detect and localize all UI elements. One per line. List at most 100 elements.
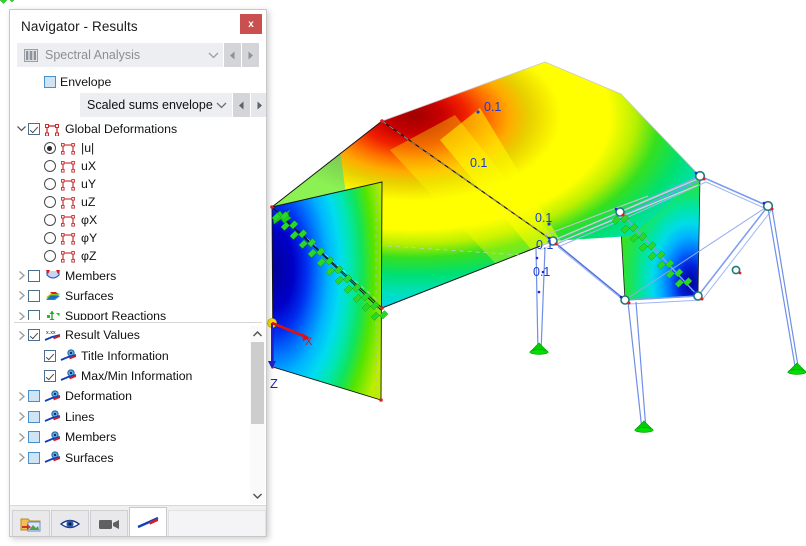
scrollbar-track[interactable] [250,342,265,488]
envelope-next-button[interactable] [250,93,266,117]
scroll-down-button[interactable] [250,488,265,504]
surfaces-checkbox[interactable] [28,289,40,302]
tree-item-phiy[interactable]: φY [10,229,266,247]
chevron-right-icon[interactable] [15,432,28,442]
tree-item-result-values[interactable]: x.xx Result Values [10,325,266,345]
tree-item-deformation[interactable]: Deformation [10,386,266,406]
analysis-combo-row[interactable]: Spectral Analysis [17,43,259,67]
tree-item-lines[interactable]: Lines [10,407,266,427]
frame-icon [60,213,77,227]
maxmin-information-checkbox[interactable] [44,369,56,382]
tree-item-maxmin-information[interactable]: Max/Min Information [10,366,266,386]
label-icon [44,410,61,424]
chevron-right-icon[interactable] [15,291,28,301]
tree-item-label: Surfaces [65,450,114,465]
navigator-tabstrip[interactable] [10,505,266,536]
chevron-right-icon[interactable] [15,330,28,340]
analysis-prev-button[interactable] [224,43,241,67]
envelope-prev-button[interactable] [232,93,250,117]
label-icon [44,389,61,403]
chevron-right-icon[interactable] [15,311,28,320]
chevron-right-icon[interactable] [15,271,28,281]
tree-item-uz[interactable]: uZ [10,193,266,211]
svg-text:0.1: 0.1 [535,211,552,225]
envelope-combo-row[interactable]: Scaled sums envelope [80,93,266,117]
frame-icon [44,122,61,136]
tree-item-label: Title Information [81,348,169,363]
project-images-tab[interactable] [12,510,50,536]
members-display-checkbox[interactable] [28,431,40,444]
radio-uz[interactable] [44,196,56,209]
surfaces-display-checkbox[interactable] [28,451,40,464]
tree-item-members[interactable]: Members [10,265,266,285]
diagram-icon [137,516,159,529]
scrollbar-thumb[interactable] [251,342,264,424]
analysis-combobox[interactable]: Spectral Analysis [17,43,223,67]
close-icon[interactable]: x [240,14,262,34]
deformation-checkbox[interactable] [28,390,40,403]
tree-item-label: Members [65,430,117,445]
envelope-checkbox[interactable] [44,76,56,88]
frame-icon [60,195,77,209]
frame-icon [60,231,77,245]
radio-ux[interactable] [44,160,56,173]
support-reactions-checkbox[interactable] [28,310,40,320]
svg-text:0.1: 0.1 [533,265,550,279]
tree-item-envelope[interactable]: Envelope [10,73,266,91]
radio-phiz[interactable] [44,250,56,263]
scroll-up-button[interactable] [250,326,265,342]
chevron-down-icon[interactable] [15,126,28,132]
svg-text:x.xx: x.xx [46,330,56,336]
members-icon [44,269,61,283]
chevron-down-icon[interactable] [204,52,222,59]
tree-item-phiz[interactable]: φZ [10,247,266,265]
label-icon [44,430,61,444]
frame-icon [60,177,77,191]
chevron-right-icon[interactable] [15,391,28,401]
tree-item-support-reactions[interactable]: Support Reactions [10,306,266,320]
tree-item-phix[interactable]: φX [10,211,266,229]
frame-icon [60,159,77,173]
result-values-checkbox[interactable] [28,329,40,342]
tree-item-global-deformations[interactable]: Global Deformations [10,119,266,139]
tree-item-label: Support Reactions [65,309,167,320]
tree-item-label: uZ [81,195,96,210]
tree-item-members-display[interactable]: Members [10,427,266,447]
radio-phiy[interactable] [44,232,56,245]
display-tab[interactable] [129,507,167,536]
support-icon [44,309,61,320]
support-cones [529,342,806,433]
display-tree-bottom[interactable]: x.xx Result Values Title Information Max… [10,325,266,505]
tree-item-label: Deformation [65,389,132,404]
tree-item-label: Members [65,268,117,283]
title-information-checkbox[interactable] [44,349,56,362]
surfaces-icon [44,289,61,303]
svg-text:0.1: 0.1 [470,156,487,170]
lines-checkbox[interactable] [28,410,40,423]
chevron-right-icon[interactable] [15,453,28,463]
tree-item-u-abs[interactable]: |u| [10,139,266,157]
tree-item-label: uY [81,177,97,192]
panel-title: Navigator - Results [21,18,138,34]
clipping-tab[interactable] [90,510,128,536]
analysis-next-button[interactable] [242,43,259,67]
envelope-combobox[interactable]: Scaled sums envelope [80,93,232,117]
tree-item-surfaces-display[interactable]: Surfaces [10,447,266,467]
tree-scrollbar[interactable] [250,326,265,504]
tabstrip-filler [168,510,266,536]
members-checkbox[interactable] [28,269,40,282]
chevron-down-icon[interactable] [213,102,231,109]
results-tree-top[interactable]: Envelope Scaled sums envelope Global Def… [10,73,266,320]
chevron-right-icon[interactable] [15,412,28,422]
visibility-tab[interactable] [51,510,89,536]
tree-item-uy[interactable]: uY [10,175,266,193]
navigator-results-panel[interactable]: Navigator - Results x Spectral Analysis [9,9,267,537]
tree-item-title-information[interactable]: Title Information [10,345,266,365]
panel-titlebar[interactable]: Navigator - Results x [10,10,266,43]
radio-uy[interactable] [44,178,56,191]
tree-item-ux[interactable]: uX [10,157,266,175]
radio-u-abs[interactable] [44,142,56,155]
radio-phix[interactable] [44,214,56,227]
tree-item-surfaces[interactable]: Surfaces [10,286,266,306]
global-deformations-checkbox[interactable] [28,123,40,136]
